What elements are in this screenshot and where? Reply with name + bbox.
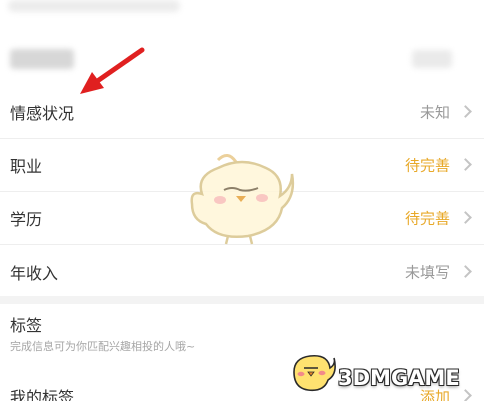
profile-edit-page: 情感状况 未知 职业 待完善 学历 待完善 年收入 未填写 标签 完成信息可为你… bbox=[0, 0, 484, 401]
chevron-right-icon bbox=[459, 105, 472, 118]
row-label: 情感状况 bbox=[10, 104, 75, 123]
chevron-right-icon bbox=[459, 264, 472, 278]
row-label: 职业 bbox=[10, 157, 43, 176]
watermark-text: 3DMGAME bbox=[338, 366, 460, 390]
blurred-section-action bbox=[412, 50, 452, 68]
row-value: 未知 bbox=[419, 103, 450, 122]
row-label: 学历 bbox=[10, 210, 43, 229]
tags-section-hint: 完成信息可为你匹配兴趣相投的人哦~ bbox=[10, 340, 196, 353]
row-value: 待完善 bbox=[404, 156, 450, 175]
chevron-right-icon bbox=[459, 389, 472, 401]
chick-mascot-icon bbox=[293, 354, 336, 392]
row-value: 待完善 bbox=[404, 209, 450, 228]
section-divider bbox=[0, 296, 484, 304]
row-annual-income[interactable]: 年收入 未填写 bbox=[0, 245, 484, 298]
chick-mascot-icon bbox=[190, 154, 295, 245]
blurred-field-top bbox=[8, 0, 180, 12]
chevron-right-icon bbox=[459, 158, 472, 171]
row-value: 未填写 bbox=[404, 263, 450, 281]
row-label: 年收入 bbox=[10, 263, 59, 283]
tags-section-title: 标签 bbox=[10, 316, 43, 335]
red-arrow-icon bbox=[80, 47, 145, 94]
chevron-right-icon bbox=[459, 211, 472, 224]
blurred-section-title bbox=[10, 49, 74, 69]
my-tags-label[interactable]: 我的标签 bbox=[10, 384, 74, 401]
